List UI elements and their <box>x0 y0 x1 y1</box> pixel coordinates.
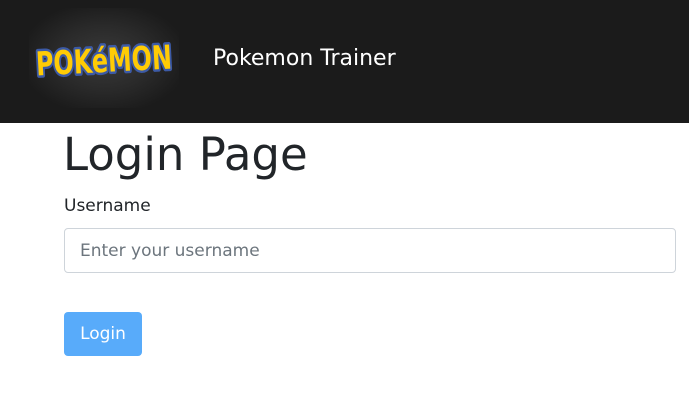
username-input[interactable] <box>64 228 676 273</box>
brand-title[interactable]: Pokemon Trainer <box>213 44 396 74</box>
page-title: Login Page <box>63 128 308 181</box>
login-button[interactable]: Login <box>64 312 142 356</box>
navbar: POKéMON Pokemon Trainer <box>0 0 689 123</box>
pokemon-logo-image: POKéMON <box>32 35 175 86</box>
pokemon-logo[interactable]: POKéMON <box>29 8 179 108</box>
username-label: Username <box>64 196 151 216</box>
logo-text: POKéMON <box>35 37 173 83</box>
